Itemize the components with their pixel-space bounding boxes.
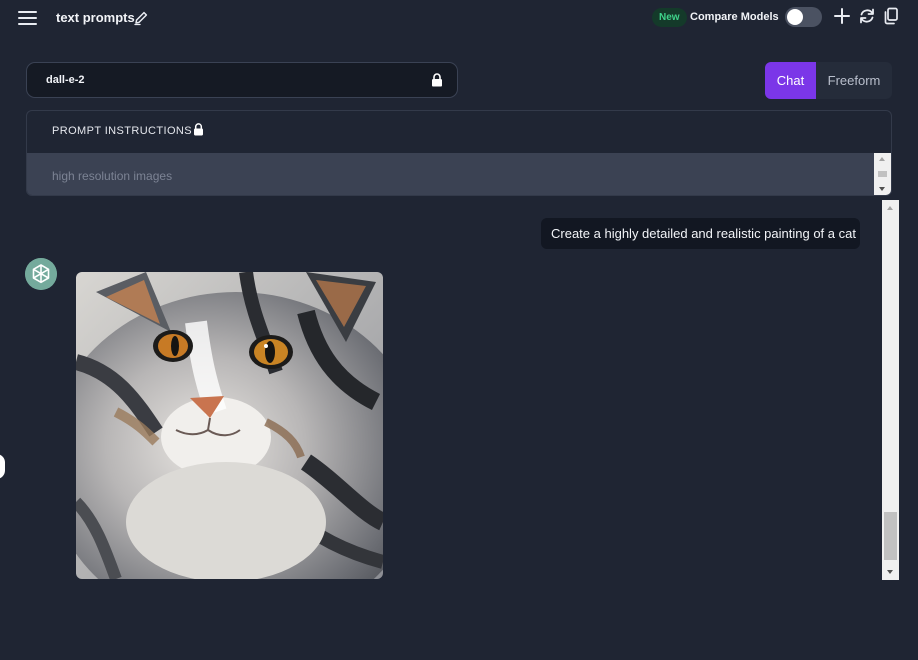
generated-cat-image[interactable] xyxy=(76,272,383,579)
scroll-down-arrow-icon[interactable] xyxy=(879,187,885,191)
user-message: Create a highly detailed and realistic p… xyxy=(541,218,860,249)
prompt-instructions-text: high resolution images xyxy=(52,169,173,183)
top-bar: text prompts New Compare Models xyxy=(0,0,918,36)
prompt-instructions-field[interactable]: high resolution images xyxy=(27,153,875,195)
clipped-previous-message xyxy=(76,196,79,204)
compare-models-label: Compare Models xyxy=(690,11,779,23)
menu-icon[interactable] xyxy=(18,11,37,25)
scroll-up-arrow-icon[interactable] xyxy=(879,157,885,161)
prompt-instructions-heading: PROMPT INSTRUCTIONS xyxy=(52,125,193,137)
new-badge: New xyxy=(652,8,687,27)
chat-scrollbar[interactable] xyxy=(882,200,899,580)
lock-icon xyxy=(194,123,203,136)
scroll-up-arrow-icon[interactable] xyxy=(887,206,893,210)
scrollbar-thumb[interactable] xyxy=(878,171,887,177)
prompt-scrollbar[interactable] xyxy=(874,153,891,195)
compare-models-toggle[interactable] xyxy=(785,7,822,27)
plus-icon[interactable] xyxy=(833,6,851,26)
refresh-icon[interactable] xyxy=(858,6,876,26)
mode-toggle: Chat Freeform xyxy=(765,62,892,99)
chat-area: Create a highly detailed and realistic p… xyxy=(0,196,918,586)
prompt-instructions-panel: PROMPT INSTRUCTIONS high resolution imag… xyxy=(26,110,892,196)
scroll-down-arrow-icon[interactable] xyxy=(887,570,893,574)
scrollbar-thumb[interactable] xyxy=(884,512,897,560)
mode-chat-button[interactable]: Chat xyxy=(765,62,816,99)
mode-freeform-button[interactable]: Freeform xyxy=(816,62,892,99)
toggle-knob xyxy=(787,9,803,25)
copy-icon[interactable] xyxy=(882,6,900,26)
page-title: text prompts xyxy=(56,10,135,25)
edit-icon[interactable] xyxy=(132,9,150,27)
assistant-avatar-icon xyxy=(25,258,57,290)
model-selector[interactable]: dall-e-2 xyxy=(26,62,458,98)
lock-icon xyxy=(432,73,442,87)
model-selector-value: dall-e-2 xyxy=(46,74,85,86)
